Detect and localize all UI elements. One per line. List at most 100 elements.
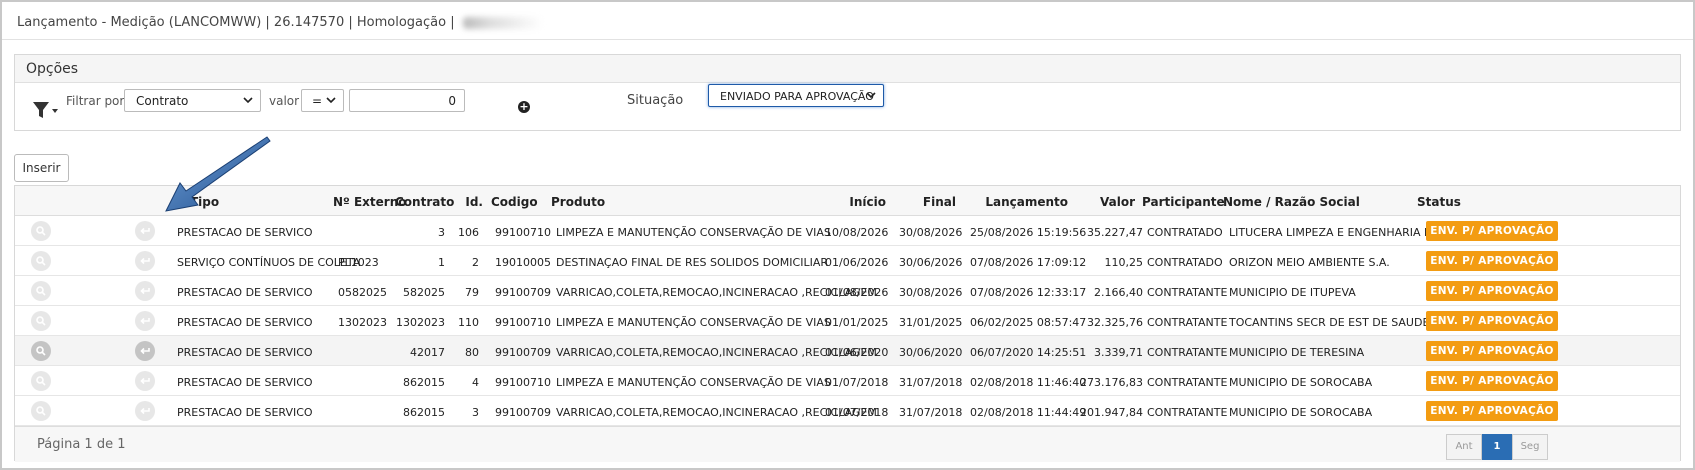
return-icon[interactable] xyxy=(135,341,155,361)
return-icon[interactable] xyxy=(135,371,155,391)
window-title: Lançamento - Medição (LANCOMWW) | 26.147… xyxy=(17,15,455,30)
cell-id: 79 xyxy=(465,286,479,299)
col-produto[interactable]: Produto xyxy=(551,195,605,209)
search-icon[interactable] xyxy=(31,281,51,301)
col-id[interactable]: Id. xyxy=(455,195,483,209)
cell-tipo: PRESTACAO DE SERVICO xyxy=(177,226,313,239)
table-row[interactable]: PRESTACAO DE SERVICO 1302023 1302023 110 991… xyxy=(15,306,1680,336)
filter-field-value: Contrato xyxy=(136,94,189,108)
return-icon[interactable] xyxy=(135,281,155,301)
col-contrato[interactable]: Contrato xyxy=(395,195,454,209)
col-participante[interactable]: Participante xyxy=(1142,195,1225,209)
situation-value: ENVIADO PARA APROVAÇÃO xyxy=(720,90,874,103)
cell-produto: LIMPEZA E MANUTENÇÃO CONSERVAÇÃO DE VIAS xyxy=(556,316,831,329)
cell-codigo: 19010005 xyxy=(495,256,551,269)
cell-codigo: 99100709 xyxy=(495,346,551,359)
situation-label: Situação xyxy=(627,93,684,108)
cell-contrato: 582025 xyxy=(403,286,445,299)
cell-id: 4 xyxy=(472,376,479,389)
annotation-arrow-icon xyxy=(165,136,271,212)
table-row[interactable]: PRESTACAO DE SERVICO 862015 3 99100709 VARRI… xyxy=(15,396,1680,426)
situation-select[interactable]: ENVIADO PARA APROVAÇÃO xyxy=(708,84,884,107)
cell-contrato: 42017 xyxy=(410,346,445,359)
cell-final: 31/01/2025 xyxy=(899,316,963,329)
filter-icon[interactable] xyxy=(32,99,60,121)
chevron-down-icon xyxy=(866,92,876,99)
return-icon[interactable] xyxy=(135,221,155,241)
search-icon[interactable] xyxy=(31,311,51,331)
table-row[interactable]: PRESTACAO DE SERVICO 862015 4 99100710 LIMPE… xyxy=(15,366,1680,396)
col-inicio[interactable]: Início xyxy=(835,195,886,209)
cell-inicio: 01/06/2026 xyxy=(825,256,889,269)
cell-inicio: 01/06/2020 xyxy=(825,346,889,359)
cell-participante: CONTRATANTE xyxy=(1147,376,1228,389)
search-icon[interactable] xyxy=(31,341,51,361)
cell-id: 3 xyxy=(472,406,479,419)
page-1-button[interactable]: 1 xyxy=(1482,434,1512,460)
cell-valor: 35.227,47 xyxy=(1087,226,1143,239)
cell-valor: 273.176,83 xyxy=(1080,376,1143,389)
title-bar: Lançamento - Medição (LANCOMWW) | 26.147… xyxy=(2,2,1693,40)
cell-valor: 2.166,40 xyxy=(1094,286,1143,299)
launch-grid: Tipo Nº Externo Contrato Id. Codigo Prod… xyxy=(14,185,1681,462)
col-lancamento[interactable]: Lançamento xyxy=(975,195,1068,209)
prev-page-button[interactable]: Ant xyxy=(1446,434,1482,460)
col-status[interactable]: Status xyxy=(1417,195,1461,209)
cell-tipo: PRESTACAO DE SERVICO xyxy=(177,316,313,329)
cell-nome: MUNICIPIO DE SOROCABA xyxy=(1229,376,1373,389)
cell-externo: 1302023 xyxy=(338,316,387,329)
cell-tipo: PRESTACAO DE SERVICO xyxy=(177,406,313,419)
operator-select[interactable]: = xyxy=(301,89,344,112)
cell-final: 31/07/2018 xyxy=(899,406,963,419)
search-icon[interactable] xyxy=(31,251,51,271)
operator-value: = xyxy=(312,94,323,108)
page-info: Página 1 de 1 xyxy=(37,437,126,452)
cell-id: 2 xyxy=(472,256,479,269)
table-row[interactable]: PRESTACAO DE SERVICO 42017 80 99100709 VARRI… xyxy=(15,336,1680,366)
cell-participante: CONTRATANTE xyxy=(1147,286,1228,299)
cell-nome: MUNICIPIO DE TERESINA xyxy=(1229,346,1365,359)
cell-inicio: 01/08/2026 xyxy=(825,286,889,299)
return-icon[interactable] xyxy=(135,401,155,421)
col-nome[interactable]: Nome / Razão Social xyxy=(1223,195,1360,209)
add-filter-icon[interactable]: + xyxy=(518,101,530,113)
cell-nome: TOCANTINS SECR DE EST DE SAUDE xyxy=(1229,316,1430,329)
cell-lancamento: 06/02/2025 08:57:47 xyxy=(970,316,1087,329)
col-valor[interactable]: Valor xyxy=(1085,195,1135,209)
cell-tipo: PRESTACAO DE SERVICO xyxy=(177,286,313,299)
cell-contrato: 862015 xyxy=(403,406,445,419)
return-icon[interactable] xyxy=(135,251,155,271)
cell-tipo: PRESTACAO DE SERVICO xyxy=(177,376,313,389)
filter-field-select[interactable]: Contrato xyxy=(124,89,261,112)
return-icon[interactable] xyxy=(135,311,155,331)
status-badge: ENV. P/ APROVAÇÃO xyxy=(1426,281,1558,301)
col-final[interactable]: Final xyxy=(910,195,956,209)
col-codigo[interactable]: Codigo xyxy=(491,195,538,209)
status-badge: ENV. P/ APROVAÇÃO xyxy=(1426,221,1558,241)
cell-contrato: 1 xyxy=(438,256,445,269)
table-row[interactable]: PRESTACAO DE SERVICO 0582025 582025 79 99100… xyxy=(15,276,1680,306)
search-icon[interactable] xyxy=(31,221,51,241)
status-badge: ENV. P/ APROVAÇÃO xyxy=(1426,371,1558,391)
cell-final: 31/07/2018 xyxy=(899,376,963,389)
cell-final: 30/06/2026 xyxy=(899,256,963,269)
cell-nome: LITUCERA LIMPEZA E ENGENHARIA LTDA xyxy=(1229,226,1452,239)
cell-nome: ORIZON MEIO AMBIENTE S.A. xyxy=(1229,256,1390,269)
cell-externo: PL1023 xyxy=(338,256,379,269)
search-icon[interactable] xyxy=(31,401,51,421)
table-row[interactable]: PRESTACAO DE SERVICO 3 106 99100710 LIMPEZA … xyxy=(15,216,1680,246)
cell-lancamento: 25/08/2026 15:19:56 xyxy=(970,226,1087,239)
insert-button[interactable]: Inserir xyxy=(14,154,69,182)
value-input[interactable]: 0 xyxy=(349,89,465,112)
options-header: Opções xyxy=(15,55,1680,83)
table-row[interactable]: SERVIÇO CONTÍNUOS DE COLETA PL1023 1 2 19010… xyxy=(15,246,1680,276)
next-page-button[interactable]: Seg xyxy=(1512,434,1548,460)
status-badge: ENV. P/ APROVAÇÃO xyxy=(1426,341,1558,361)
cell-id: 110 xyxy=(458,316,479,329)
redacted-text xyxy=(462,16,543,29)
status-badge: ENV. P/ APROVAÇÃO xyxy=(1426,251,1558,271)
cell-codigo: 99100709 xyxy=(495,286,551,299)
value-label: valor xyxy=(269,94,300,108)
search-icon[interactable] xyxy=(31,371,51,391)
cell-tipo: PRESTACAO DE SERVICO xyxy=(177,346,313,359)
